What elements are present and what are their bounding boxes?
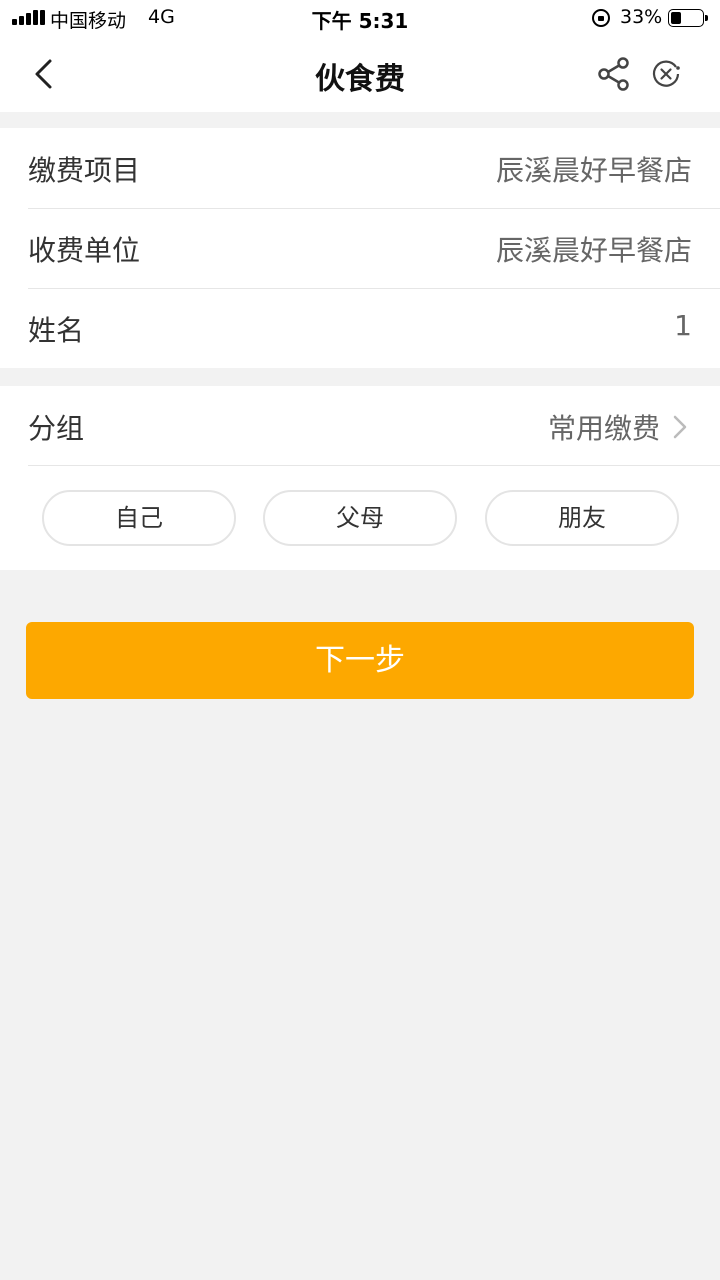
payee-label: 收费单位 — [28, 234, 141, 267]
chip-friends[interactable]: 朋友 — [485, 490, 679, 546]
battery-percent: 33% — [620, 6, 663, 28]
chevron-right-icon — [673, 415, 687, 439]
chip-self[interactable]: 自己 — [42, 490, 236, 546]
payment-item-value: 辰溪晨好早餐店 — [495, 154, 692, 187]
group-value: 常用缴费 — [547, 412, 660, 445]
group-row[interactable]: 分组 常用缴费 — [28, 386, 720, 466]
battery-icon — [668, 9, 708, 27]
payment-item-label: 缴费项目 — [28, 154, 141, 187]
group-label: 分组 — [28, 412, 85, 445]
payee-row: 收费单位 辰溪晨好早餐店 — [28, 208, 720, 288]
nav-bar: 伙食费 — [0, 36, 720, 112]
share-icon[interactable] — [596, 56, 632, 92]
divider — [28, 465, 720, 466]
name-value: 1 — [674, 309, 692, 342]
status-time: 下午 5:31 — [311, 9, 409, 33]
group-section: 分组 常用缴费 自己 父母 朋友 — [0, 386, 720, 570]
name-label: 姓名 — [28, 314, 85, 347]
payment-item-row: 缴费项目 辰溪晨好早餐店 — [28, 128, 720, 208]
battery-fill — [671, 12, 681, 24]
close-circle-icon[interactable] — [650, 58, 682, 90]
next-step-button[interactable]: 下一步 — [26, 622, 694, 699]
payee-value: 辰溪晨好早餐店 — [495, 234, 692, 267]
orientation-lock-icon — [592, 9, 610, 27]
group-chips: 自己 父母 朋友 — [0, 490, 720, 546]
status-bar: 中国移动 4G 下午 5:31 33% — [0, 0, 720, 36]
chip-parents[interactable]: 父母 — [263, 490, 457, 546]
payment-info-section: 缴费项目 辰溪晨好早餐店 收费单位 辰溪晨好早餐店 姓名 1 — [0, 128, 720, 368]
name-row: 姓名 1 — [28, 288, 720, 368]
